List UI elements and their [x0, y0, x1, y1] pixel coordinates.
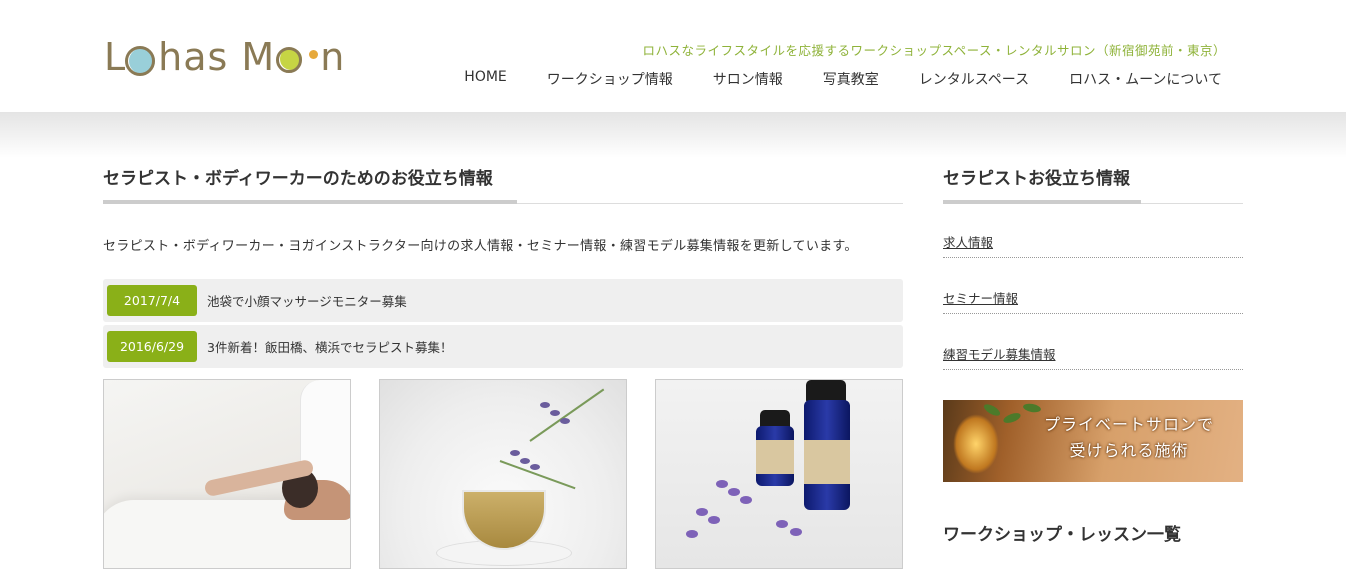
- site-header: Lhas Mn ロハスなライフスタイルを応援するワークショップスペース・レンタル…: [0, 0, 1346, 112]
- private-salon-banner[interactable]: プライベートサロンで 受けられる施術: [943, 400, 1243, 482]
- title-underline: [103, 200, 517, 204]
- news-item[interactable]: 2017/7/4 池袋で小顔マッサージモニター募集: [103, 279, 903, 322]
- nav-rental-space[interactable]: レンタルスペース: [899, 67, 1049, 91]
- sidebar-title-underline: [943, 200, 1141, 204]
- sidebar-link-seminars[interactable]: セミナー情報: [943, 288, 1243, 314]
- news-title[interactable]: 池袋で小顔マッサージモニター募集: [207, 291, 407, 310]
- news-date-badge: 2017/7/4: [107, 285, 197, 316]
- intro-text: セラピスト・ボディワーカー・ヨガインストラクター向けの求人情報・セミナー情報・練…: [103, 239, 858, 254]
- category-cards: [103, 379, 903, 569]
- page-title: セラピスト・ボディワーカーのためのお役立ち情報: [103, 169, 493, 189]
- site-logo[interactable]: Lhas Mn: [104, 34, 345, 80]
- card-image-essential-oils[interactable]: [655, 379, 903, 569]
- nav-about[interactable]: ロハス・ムーンについて: [1049, 67, 1222, 91]
- sidebar-title: セラピストお役立ち情報: [943, 169, 1130, 189]
- sidebar: セラピストお役立ち情報 求人情報 セミナー情報 練習モデル募集情報 プライベート…: [943, 158, 1243, 545]
- nav-workshop[interactable]: ワークショップ情報: [527, 67, 693, 91]
- main-content: セラピスト・ボディワーカーのためのお役立ち情報 セラピスト・ボディワーカー・ヨガ…: [103, 158, 903, 569]
- sidebar-link-jobs[interactable]: 求人情報: [943, 232, 1243, 258]
- nav-salon[interactable]: サロン情報: [693, 67, 803, 91]
- nav-photo-class[interactable]: 写真教室: [803, 67, 899, 91]
- main-title-block: セラピスト・ボディワーカーのためのお役立ち情報: [103, 158, 903, 204]
- sidebar-title-block: セラピストお役立ち情報: [943, 158, 1243, 204]
- main-nav: HOME ワークショップ情報 サロン情報 写真教室 レンタルスペース ロハス・ム…: [444, 67, 1222, 91]
- site-tagline: ロハスなライフスタイルを応援するワークショップスペース・レンタルサロン（新宿御苑…: [642, 43, 1226, 58]
- card-image-massage[interactable]: [103, 379, 351, 569]
- sidebar-links: 求人情報 セミナー情報 練習モデル募集情報: [943, 232, 1243, 370]
- sidebar-workshop-title: ワークショップ・レッスン一覧: [943, 525, 1181, 545]
- sidebar-link-practice-models[interactable]: 練習モデル募集情報: [943, 344, 1243, 370]
- header-gradient-band: [0, 112, 1346, 158]
- news-title[interactable]: 3件新着！飯田橋、横浜でセラピスト募集！: [207, 337, 452, 356]
- card-image-herbal-tea[interactable]: [379, 379, 627, 569]
- news-item[interactable]: 2016/6/29 3件新着！飯田橋、横浜でセラピスト募集！: [103, 325, 903, 368]
- banner-text: プライベートサロンで 受けられる施術: [1043, 415, 1214, 460]
- nav-home[interactable]: HOME: [444, 67, 526, 91]
- news-date-badge: 2016/6/29: [107, 331, 197, 362]
- news-list: 2017/7/4 池袋で小顔マッサージモニター募集 2016/6/29 3件新着…: [103, 279, 903, 368]
